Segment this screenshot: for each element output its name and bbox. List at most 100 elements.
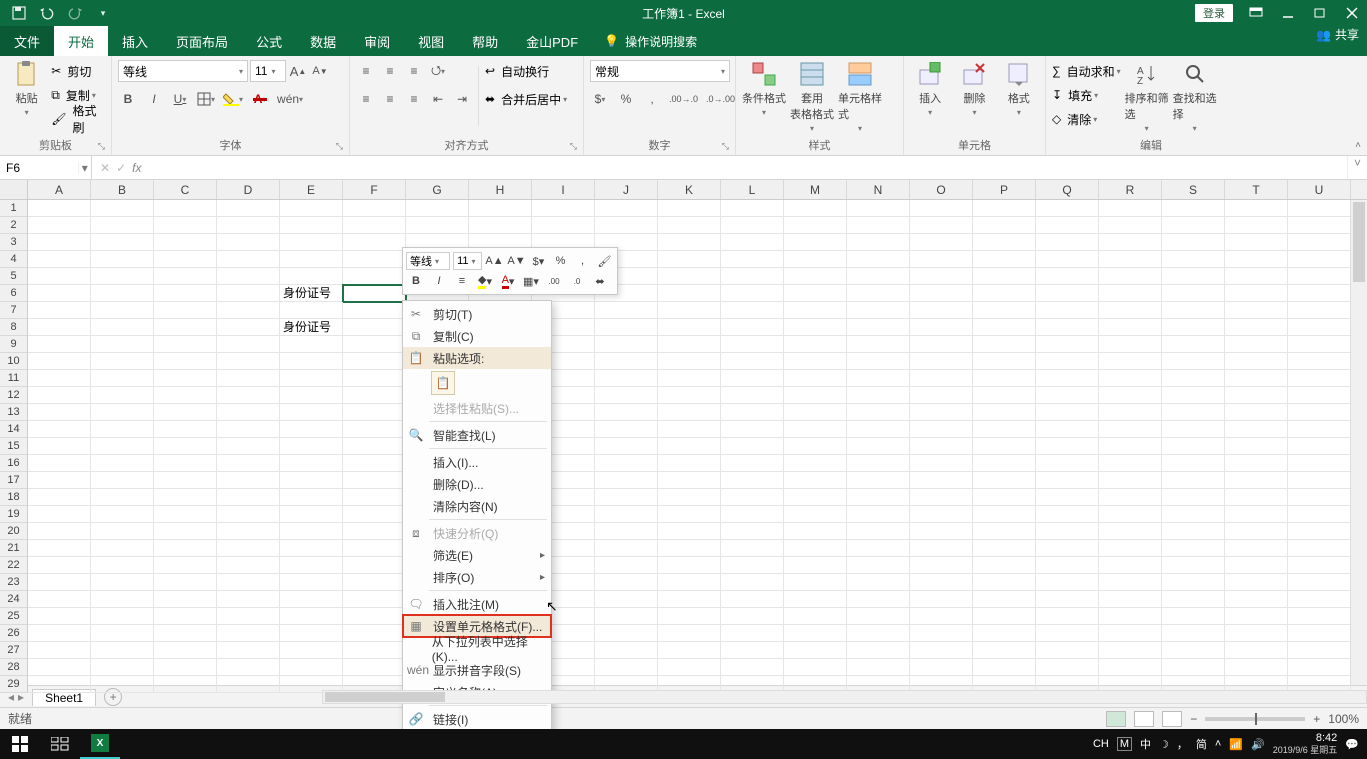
cell[interactable]: [1162, 421, 1225, 438]
cell[interactable]: [1162, 251, 1225, 268]
cell[interactable]: [1099, 506, 1162, 523]
cell[interactable]: [28, 251, 91, 268]
cell[interactable]: [217, 336, 280, 353]
cell[interactable]: [154, 200, 217, 217]
cell[interactable]: [910, 557, 973, 574]
ctx-hyperlink[interactable]: 🔗链接(I): [403, 708, 551, 730]
increase-indent-button[interactable]: ⇥: [452, 89, 472, 109]
ctx-filter[interactable]: 筛选(E)▸: [403, 544, 551, 566]
cell[interactable]: [1036, 336, 1099, 353]
cell[interactable]: [658, 285, 721, 302]
cell[interactable]: [343, 489, 406, 506]
cell[interactable]: [784, 353, 847, 370]
cell[interactable]: [595, 489, 658, 506]
share-button[interactable]: 👥 共享: [1316, 26, 1359, 43]
cell[interactable]: [1288, 506, 1351, 523]
cell[interactable]: [721, 251, 784, 268]
cell[interactable]: [91, 285, 154, 302]
cell[interactable]: [1036, 268, 1099, 285]
cell[interactable]: [910, 251, 973, 268]
cell[interactable]: [784, 540, 847, 557]
cell[interactable]: [721, 489, 784, 506]
cell[interactable]: [1099, 489, 1162, 506]
cell[interactable]: [28, 319, 91, 336]
cell[interactable]: [784, 217, 847, 234]
ctx-insert[interactable]: 插入(I)...: [403, 451, 551, 473]
cell[interactable]: [595, 353, 658, 370]
cell[interactable]: [973, 404, 1036, 421]
cell[interactable]: [595, 404, 658, 421]
row-header[interactable]: 15: [0, 438, 28, 455]
cell[interactable]: [280, 574, 343, 591]
cell[interactable]: [1099, 319, 1162, 336]
cell[interactable]: [469, 200, 532, 217]
cell[interactable]: [595, 642, 658, 659]
cell[interactable]: [28, 438, 91, 455]
cell[interactable]: [280, 489, 343, 506]
cell[interactable]: [532, 217, 595, 234]
cell[interactable]: [1288, 574, 1351, 591]
cell[interactable]: [1099, 557, 1162, 574]
cell[interactable]: [217, 506, 280, 523]
cell[interactable]: [1225, 302, 1288, 319]
cell[interactable]: [280, 608, 343, 625]
cell[interactable]: [1036, 574, 1099, 591]
cell[interactable]: [28, 591, 91, 608]
column-header[interactable]: L: [721, 180, 784, 199]
zoom-level[interactable]: 100%: [1328, 712, 1359, 726]
cell[interactable]: [1162, 557, 1225, 574]
tab-view[interactable]: 视图: [404, 26, 458, 56]
cell[interactable]: [1099, 268, 1162, 285]
cell[interactable]: [280, 353, 343, 370]
ime-comma-icon[interactable]: ，: [1177, 736, 1188, 752]
column-header[interactable]: U: [1288, 180, 1351, 199]
cell[interactable]: [658, 659, 721, 676]
cell[interactable]: [1099, 659, 1162, 676]
tab-formulas[interactable]: 公式: [242, 26, 296, 56]
cell[interactable]: [784, 319, 847, 336]
cell[interactable]: [154, 642, 217, 659]
cell[interactable]: [1225, 370, 1288, 387]
row-header[interactable]: 12: [0, 387, 28, 404]
conditional-format-button[interactable]: 条件格式▾: [742, 60, 786, 117]
cell[interactable]: [1036, 387, 1099, 404]
cell[interactable]: [91, 591, 154, 608]
cell[interactable]: [217, 557, 280, 574]
cell[interactable]: [28, 455, 91, 472]
mini-increase-decimal[interactable]: .00: [544, 272, 564, 290]
cut-button[interactable]: ✂剪切: [51, 60, 105, 82]
cell[interactable]: [1288, 217, 1351, 234]
cell[interactable]: [910, 540, 973, 557]
decrease-decimal-button[interactable]: .0→.00: [705, 89, 736, 109]
cell[interactable]: [1288, 251, 1351, 268]
cell[interactable]: [658, 540, 721, 557]
cell[interactable]: [1288, 608, 1351, 625]
cell[interactable]: [343, 608, 406, 625]
ime-type[interactable]: 中: [1140, 736, 1151, 752]
cell[interactable]: [595, 387, 658, 404]
cell[interactable]: [721, 200, 784, 217]
cell[interactable]: [91, 353, 154, 370]
row-header[interactable]: 13: [0, 404, 28, 421]
cell[interactable]: [973, 336, 1036, 353]
ime-simplified[interactable]: 简: [1196, 736, 1207, 752]
cell[interactable]: [721, 438, 784, 455]
mini-decrease-decimal[interactable]: .0: [567, 272, 587, 290]
cell[interactable]: [1162, 234, 1225, 251]
cell[interactable]: [217, 234, 280, 251]
cell[interactable]: [91, 608, 154, 625]
cell[interactable]: [910, 387, 973, 404]
cell[interactable]: [91, 625, 154, 642]
cell[interactable]: [784, 557, 847, 574]
cell[interactable]: [910, 455, 973, 472]
maximize-button[interactable]: [1305, 1, 1335, 25]
cell[interactable]: [721, 625, 784, 642]
ctx-insert-comment[interactable]: 🗨插入批注(M): [403, 593, 551, 615]
login-button[interactable]: 登录: [1195, 4, 1233, 22]
expand-formula-bar[interactable]: ˅: [1347, 156, 1367, 179]
cell[interactable]: [658, 523, 721, 540]
cell[interactable]: [721, 421, 784, 438]
cell[interactable]: [1162, 625, 1225, 642]
cell[interactable]: [721, 608, 784, 625]
cell[interactable]: [1225, 336, 1288, 353]
